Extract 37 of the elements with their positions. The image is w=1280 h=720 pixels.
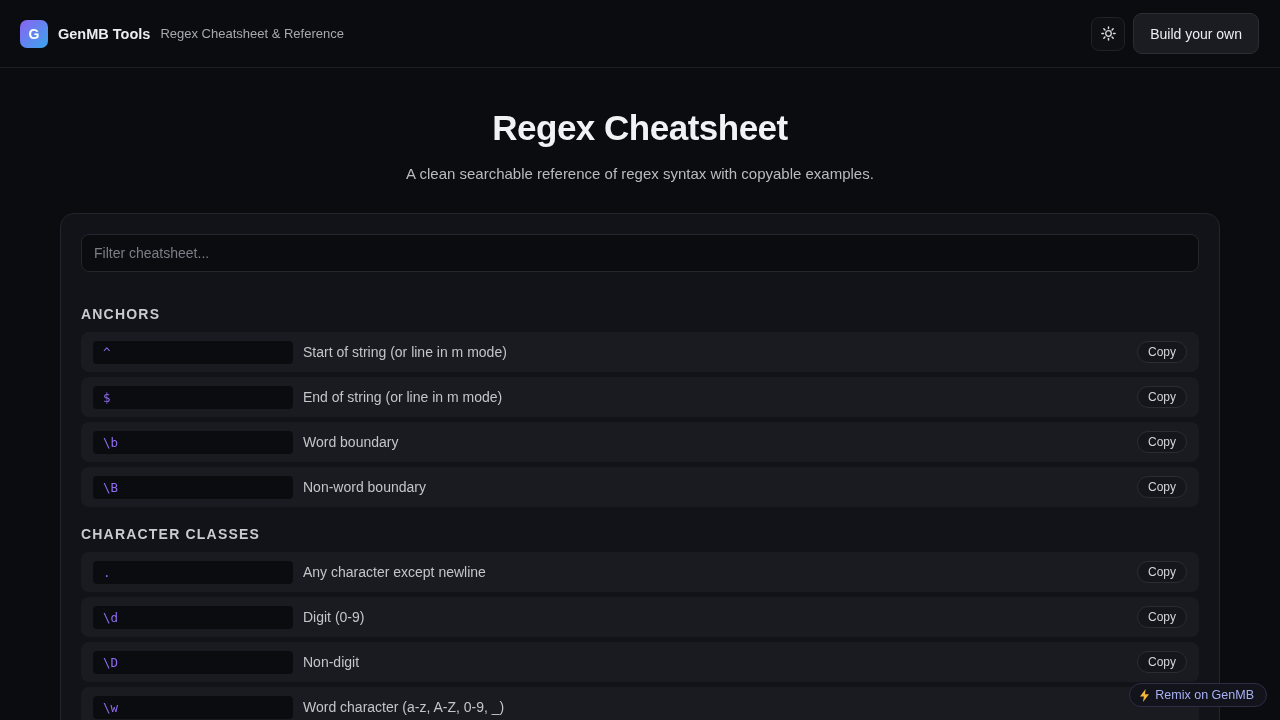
pattern-code: \B xyxy=(93,475,293,499)
pattern-code: ^ xyxy=(93,340,293,364)
sun-icon xyxy=(1100,26,1116,41)
page-title: Regex Cheatsheet xyxy=(491,108,789,148)
pattern-description: Start of string (or line in m mode) xyxy=(303,344,508,360)
remix-label: Remix on GenMB xyxy=(1155,688,1254,702)
theme-toggle-button[interactable] xyxy=(1091,16,1126,51)
page-description: A clean searchable reference of regex syntax with copyable examples. xyxy=(405,164,875,184)
copy-button[interactable]: Copy xyxy=(1137,386,1187,408)
pattern-code: . xyxy=(93,560,293,584)
pattern-code: \w xyxy=(93,695,293,719)
pattern-description: Word character (a-z, A-Z, 0-9, _) xyxy=(303,699,506,715)
pattern-description: End of string (or line in m mode) xyxy=(303,389,504,405)
pattern-description: Digit (0-9) xyxy=(303,609,366,625)
lightning-icon xyxy=(1140,688,1150,702)
pattern-code: \d xyxy=(93,605,293,629)
copy-button[interactable]: Copy xyxy=(1137,341,1187,363)
pattern-code: \D xyxy=(93,650,293,674)
pattern-code: $ xyxy=(93,385,293,409)
section-heading: ANCHORS xyxy=(81,305,161,323)
pattern-code: \b xyxy=(93,430,293,454)
filter-field[interactable]: Filter cheatsheet... xyxy=(81,234,1199,272)
remix-badge[interactable]: Remix on GenMB xyxy=(1129,683,1267,707)
pattern-description: Non-digit xyxy=(303,654,361,670)
section-heading: CHARACTER CLASSES xyxy=(81,525,261,543)
pattern-description: Word boundary xyxy=(303,434,400,450)
page-subtitle: Regex Cheatsheet & Reference xyxy=(160,26,344,41)
copy-button[interactable]: Copy xyxy=(1137,651,1187,673)
pattern-description: Non-word boundary xyxy=(303,479,427,495)
build-your-own-button[interactable]: Build your own xyxy=(1133,13,1259,54)
copy-button[interactable]: Copy xyxy=(1137,561,1187,583)
copy-button[interactable]: Copy xyxy=(1137,606,1187,628)
brand-name: GenMB Tools xyxy=(58,25,151,42)
app-logo: G xyxy=(20,19,48,48)
copy-button[interactable]: Copy xyxy=(1137,476,1187,498)
copy-button[interactable]: Copy xyxy=(1137,431,1187,453)
pattern-description: Any character except newline xyxy=(303,564,487,580)
